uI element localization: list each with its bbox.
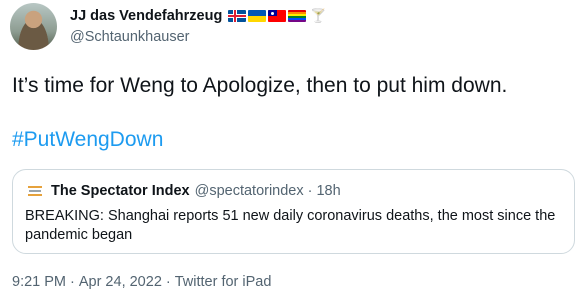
quoted-tweet-time: 18h (316, 183, 341, 199)
tweet-meta: 9:21 PM · Apr 24, 2022 · Twitter for iPad (12, 274, 271, 290)
tweet-date[interactable]: Apr 24, 2022 (79, 274, 162, 290)
author-avatar[interactable] (10, 3, 57, 50)
rainbow-flag-icon (288, 10, 307, 22)
name-row: JJ das Vendefahrzeug 🍸 (70, 6, 574, 26)
quoted-tweet-header: The Spectator Index @spectatorindex · 18… (25, 181, 341, 201)
quoted-separator: · (307, 183, 313, 199)
quoted-author-handle: @spectatorindex (194, 183, 304, 199)
ukraine-flag-icon (248, 10, 267, 22)
iceland-flag-icon (228, 10, 247, 22)
quoted-tweet-text: BREAKING: Shanghai reports 51 new daily … (25, 208, 556, 243)
author-handle[interactable]: @Schtaunkhauser (70, 29, 574, 45)
author-display-name[interactable]: JJ das Vendefahrzeug (70, 8, 222, 24)
meta-separator: · (165, 274, 171, 290)
tweet-header: JJ das Vendefahrzeug 🍸 @Schtaunkhauser (70, 6, 574, 50)
tweet-text: It’s time for Weng to Apologize, then to… (12, 74, 508, 97)
cocktail-glass-icon: 🍸 (310, 8, 327, 23)
meta-separator: · (70, 274, 75, 290)
tweet-time[interactable]: 9:21 PM (12, 274, 66, 290)
name-emoji-group: 🍸 (228, 8, 327, 23)
quoted-author-name: The Spectator Index (51, 183, 190, 199)
tweet-source[interactable]: Twitter for iPad (175, 274, 272, 290)
quoted-tweet-card[interactable]: The Spectator Index @spectatorindex · 18… (12, 169, 575, 254)
quoted-author-avatar (25, 181, 45, 201)
taiwan-flag-icon (268, 10, 287, 22)
hashtag-link[interactable]: #PutWengDown (12, 126, 163, 154)
tweet: JJ das Vendefahrzeug 🍸 @Schtaunkhauser I… (0, 0, 586, 306)
